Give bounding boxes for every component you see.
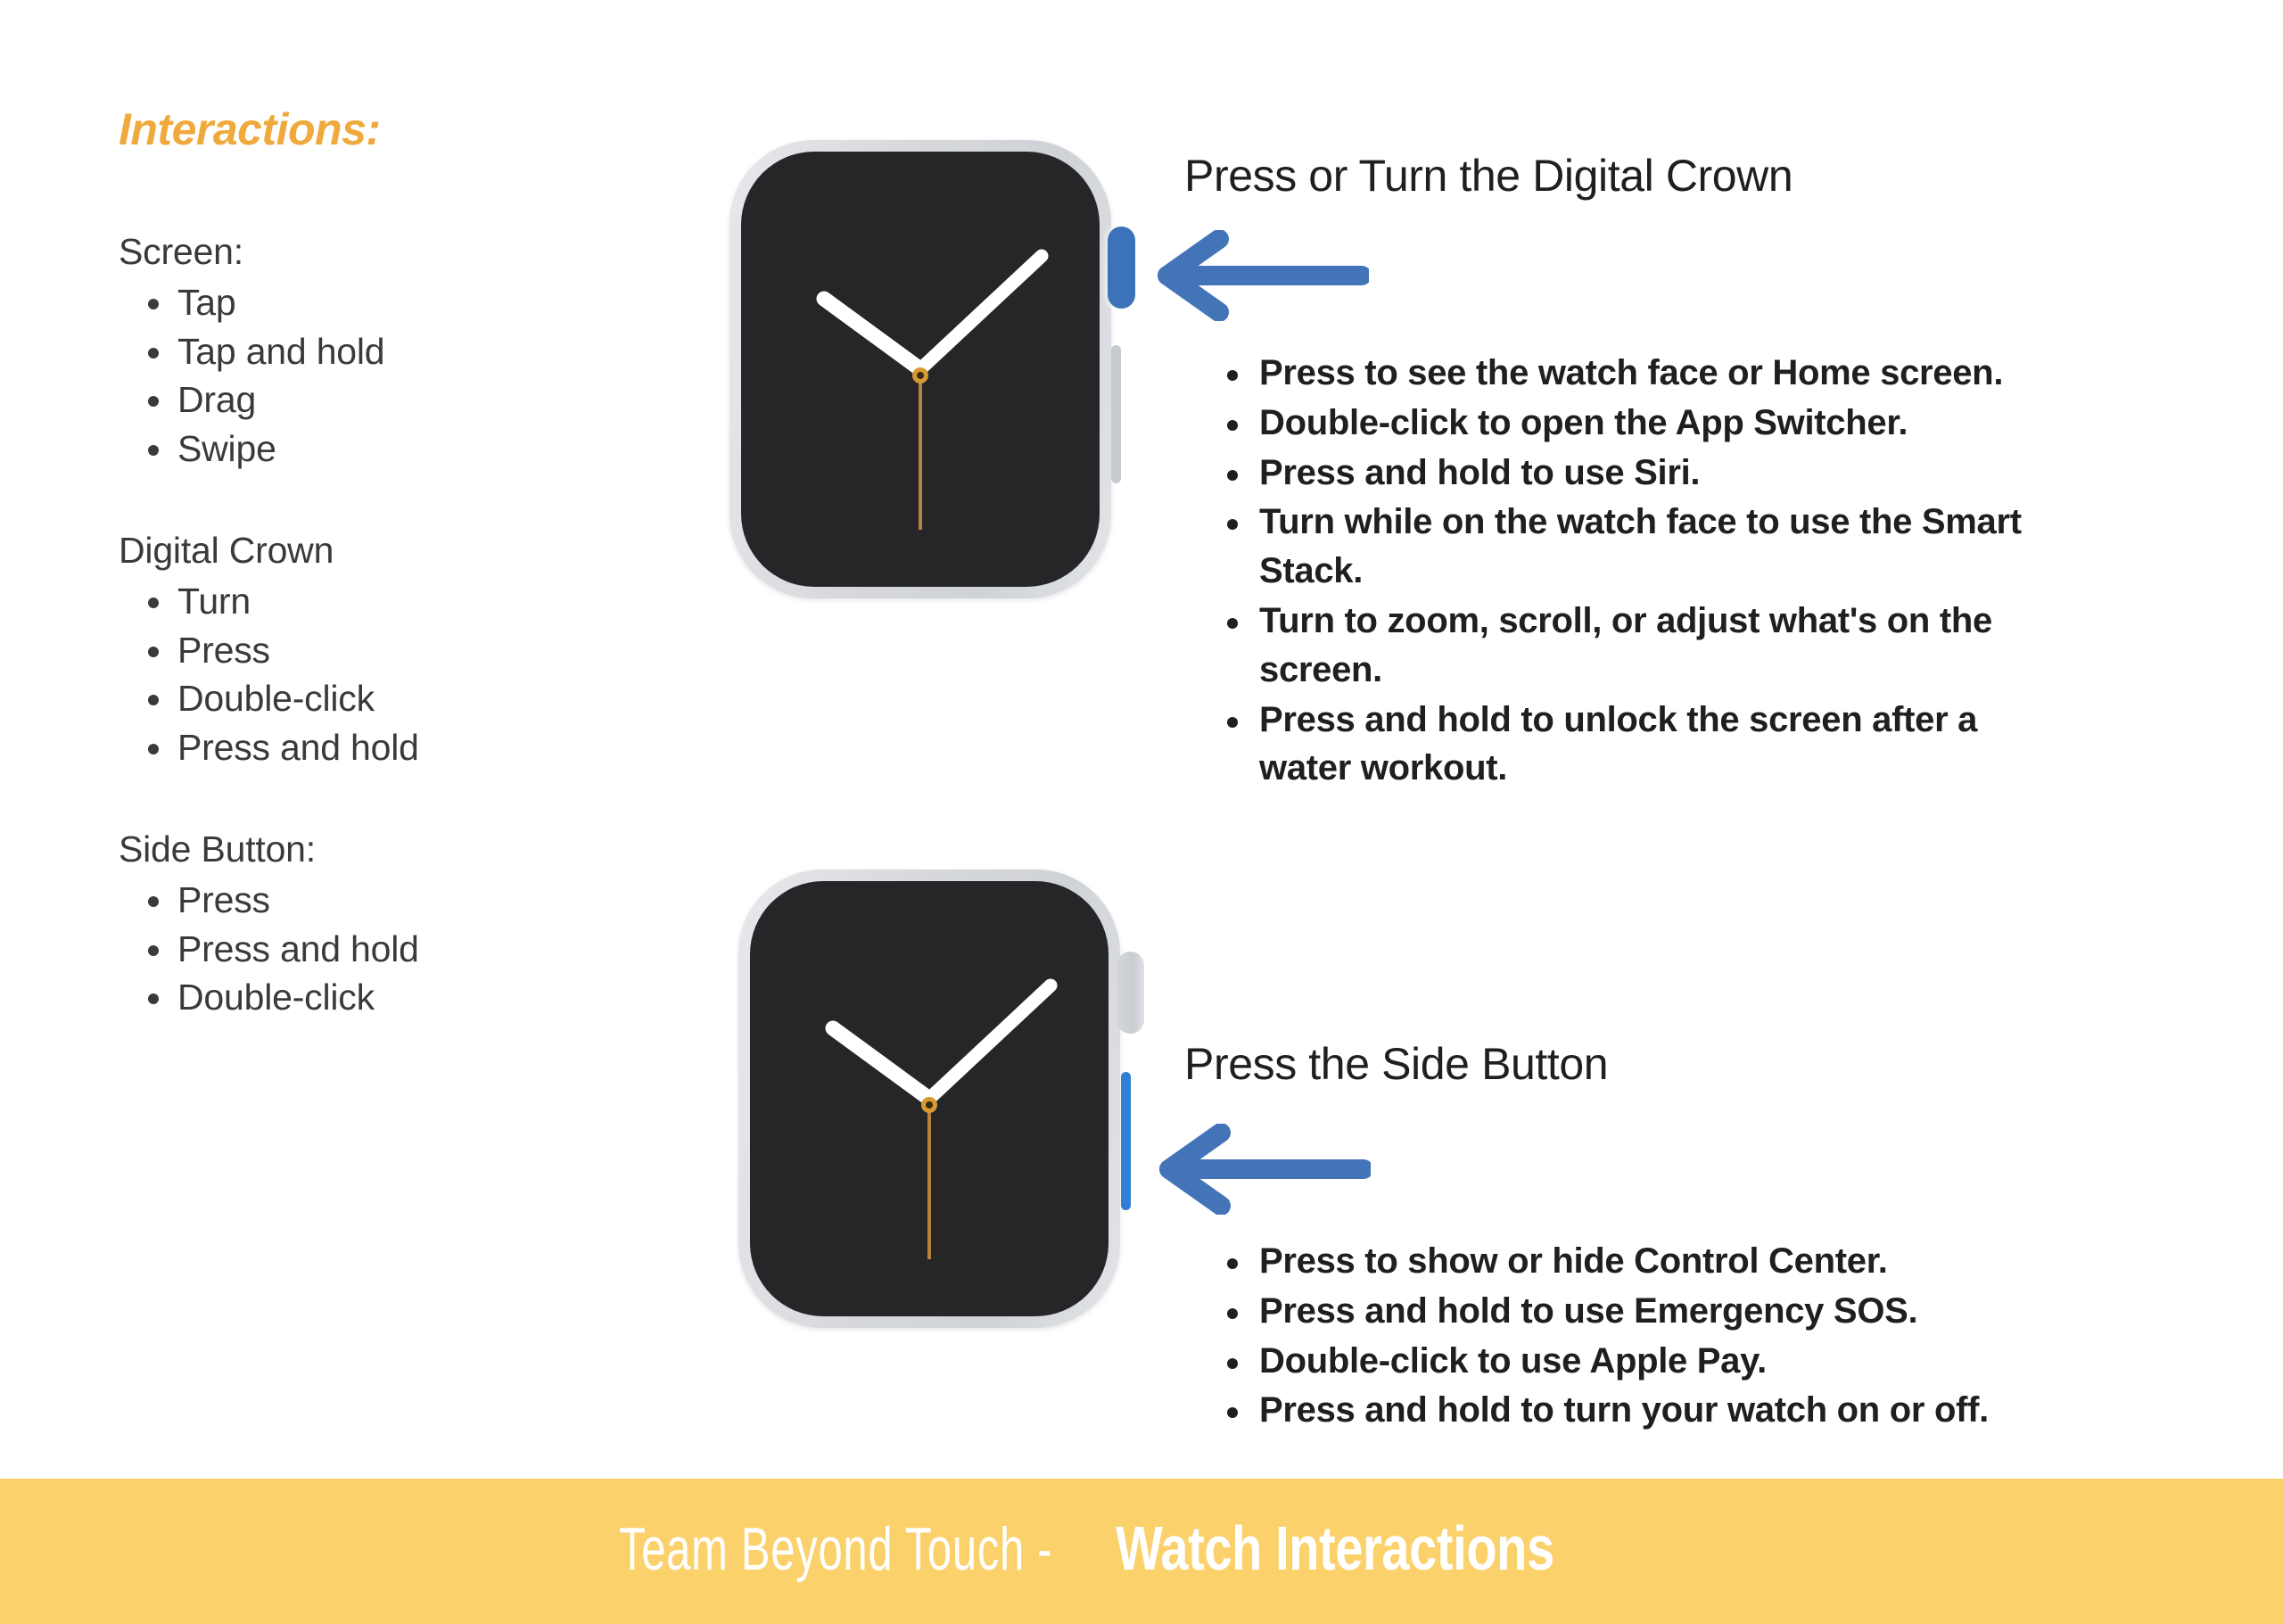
side-button-highlight[interactable] bbox=[1121, 1072, 1131, 1210]
list-item: Press bbox=[119, 876, 672, 925]
list-item: Press to show or hide Control Center. bbox=[1208, 1237, 2065, 1286]
list-item: Press and hold to use Siri. bbox=[1208, 449, 2065, 498]
list-item: Press and hold to use Emergency SOS. bbox=[1208, 1287, 2065, 1336]
digital-crown-highlight[interactable] bbox=[1108, 227, 1135, 309]
footer-title-label: Watch Interactions bbox=[1116, 1513, 1555, 1583]
list-item: Turn bbox=[119, 577, 672, 626]
analog-clock-face-icon bbox=[825, 978, 1058, 1259]
list-item: Press bbox=[119, 626, 672, 675]
list-item: Drag bbox=[119, 375, 672, 425]
sidebar-group-list: Tap Tap and hold Drag Swipe bbox=[119, 278, 672, 473]
list-item: Tap bbox=[119, 278, 672, 327]
sidebar-group-digital-crown: Digital Crown Turn Press Double-click Pr… bbox=[119, 526, 672, 771]
sidebar-group-label: Side Button: bbox=[119, 828, 316, 870]
list-item: Turn to zoom, scroll, or adjust what's o… bbox=[1208, 597, 2065, 695]
left-arrow-icon bbox=[1158, 230, 1369, 321]
section-heading-side-button: Press the Side Button bbox=[1184, 1039, 1609, 1089]
list-item: Double-click bbox=[119, 973, 672, 1022]
list-item: Press and hold to unlock the screen afte… bbox=[1208, 696, 2065, 794]
pointer-arrow-to-digital-crown bbox=[1155, 230, 1369, 321]
sidebar-group-list: Turn Press Double-click Press and hold bbox=[119, 577, 672, 771]
sidebar-group-list: Press Press and hold Double-click bbox=[119, 876, 672, 1022]
list-item: Swipe bbox=[119, 425, 672, 474]
pointer-arrow-to-side-button bbox=[1157, 1124, 1371, 1215]
apple-watch-illustration-side-button bbox=[738, 870, 1144, 1328]
footer-bar: Team Beyond Touch - Watch Interactions bbox=[0, 1479, 2283, 1624]
detail-list-digital-crown: Press to see the watch face or Home scre… bbox=[1208, 349, 2065, 794]
list-item: Turn while on the watch face to use the … bbox=[1208, 498, 2065, 596]
list-item: Press and hold bbox=[119, 925, 672, 974]
list-item: Press to see the watch face or Home scre… bbox=[1208, 349, 2065, 398]
side-button-hardware[interactable] bbox=[1111, 345, 1121, 483]
left-arrow-icon bbox=[1159, 1124, 1371, 1215]
list-item: Press and hold bbox=[119, 723, 672, 772]
sidebar-group-label: Screen: bbox=[119, 231, 243, 272]
sidebar-group-side-button: Side Button: Press Press and hold Double… bbox=[119, 825, 672, 1022]
list-item: Double-click to open the App Switcher. bbox=[1208, 399, 2065, 448]
footer-title-block: Team Beyond Touch - Watch Interactions bbox=[619, 1513, 1664, 1584]
list-item: Tap and hold bbox=[119, 327, 672, 376]
sidebar-title: Interactions: bbox=[119, 104, 381, 154]
sidebar-group-screen: Screen: Tap Tap and hold Drag Swipe bbox=[119, 227, 672, 473]
list-item: Press and hold to turn your watch on or … bbox=[1208, 1386, 2065, 1435]
section-heading-digital-crown: Press or Turn the Digital Crown bbox=[1184, 151, 1793, 201]
digital-crown-hardware[interactable] bbox=[1117, 952, 1144, 1034]
apple-watch-illustration-crown bbox=[729, 140, 1135, 598]
interactions-sidebar: Interactions: Screen: Tap Tap and hold D… bbox=[119, 105, 672, 1022]
watch-screen bbox=[750, 881, 1109, 1316]
detail-list-side-button: Press to show or hide Control Center. Pr… bbox=[1208, 1237, 2065, 1436]
sidebar-group-label: Digital Crown bbox=[119, 530, 334, 572]
footer-team-label: Team Beyond Touch - bbox=[618, 1514, 1053, 1583]
analog-clock-face-icon bbox=[816, 249, 1049, 530]
watch-screen bbox=[741, 152, 1100, 587]
list-item: Double-click to use Apple Pay. bbox=[1208, 1337, 2065, 1386]
list-item: Double-click bbox=[119, 674, 672, 723]
